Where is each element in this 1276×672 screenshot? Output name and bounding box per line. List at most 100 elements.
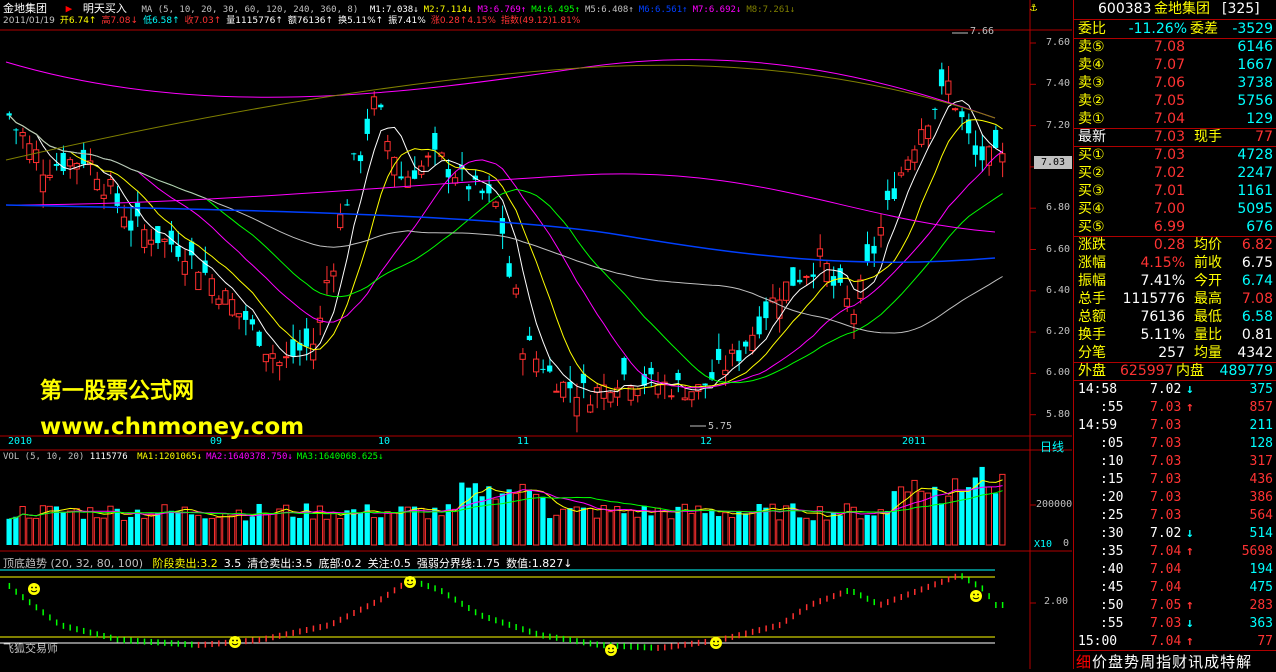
- tick-row[interactable]: :10 7.03 317: [1074, 453, 1276, 471]
- candle-body: [918, 129, 925, 145]
- volume-bar: [688, 512, 695, 546]
- bottom-tab[interactable]: 价: [1092, 653, 1107, 671]
- date-label: 10: [378, 436, 391, 447]
- bottom-tab[interactable]: 势: [1124, 653, 1139, 671]
- tick-row[interactable]: :40 7.04 194: [1074, 561, 1276, 579]
- candle-body: [857, 279, 864, 299]
- tick-row[interactable]: :45 7.04 475: [1074, 579, 1276, 597]
- candle-body: [398, 176, 404, 179]
- tick-row[interactable]: :15 7.03 436: [1074, 471, 1276, 489]
- stat-label: 量比: [1194, 327, 1222, 343]
- candle-body: [742, 341, 749, 347]
- tick-row[interactable]: :50 7.05 ↑ 283: [1074, 597, 1276, 615]
- inner-value: 489779: [1219, 363, 1273, 379]
- ratio-value: -11.26%: [1128, 21, 1187, 37]
- bid-volume: 5095: [1237, 201, 1273, 217]
- candle-body: [871, 245, 877, 254]
- volume-bar: [66, 510, 74, 546]
- bottom-tab[interactable]: 财: [1172, 653, 1187, 671]
- bid-volume: 2247: [1237, 165, 1273, 181]
- volume-bar: [938, 503, 945, 545]
- face-icon: [411, 579, 413, 582]
- stat-value: 5.11%: [1140, 327, 1185, 343]
- tick-time: :50: [1100, 598, 1124, 613]
- bottom-tab[interactable]: 解: [1236, 653, 1251, 671]
- bottom-tab[interactable]: 讯: [1188, 653, 1203, 671]
- bottom-tab[interactable]: 细: [1076, 653, 1091, 671]
- volume-bar: [924, 492, 932, 546]
- stat-label: 振幅: [1078, 273, 1106, 289]
- stat-row: 分笔 257 均量 4342: [1074, 344, 1276, 362]
- tick-row[interactable]: :25 7.03 564: [1074, 507, 1276, 525]
- ohlc-value: 收7.03: [184, 16, 214, 26]
- bottom-tab[interactable]: 指: [1156, 653, 1171, 671]
- volume-bar: [763, 507, 769, 545]
- candle-body: [783, 281, 790, 301]
- anchor-icon[interactable]: ⚓: [1030, 0, 1037, 14]
- candle-body: [155, 226, 161, 244]
- volume-bar: [134, 509, 141, 545]
- tick-row[interactable]: 14:58 7.02 ↓ 375: [1074, 381, 1276, 399]
- tick-row[interactable]: 14:59 7.03 211: [1074, 417, 1276, 435]
- date-label: 11: [517, 436, 530, 447]
- volume-bar: [803, 517, 810, 546]
- trend-arrow-icon: ↓: [1186, 526, 1194, 541]
- stat-value: 7.41%: [1140, 273, 1185, 289]
- tick-row[interactable]: 15:00 7.04 ↑ 77: [1074, 633, 1276, 651]
- current-price-tag: 7.03: [1034, 156, 1072, 169]
- candle-body: [269, 353, 276, 359]
- bottom-tab[interactable]: 特: [1220, 653, 1235, 671]
- chart-area[interactable]: 金地集团 ▶ 明天买入 MA (5, 10, 20, 30, 60, 120, …: [0, 0, 1072, 669]
- candle-body: [560, 381, 567, 398]
- diff-value: -3529: [1232, 21, 1273, 37]
- price-tick-label: 6.40: [1046, 284, 1071, 296]
- bid-price: 7.03: [1153, 147, 1185, 163]
- stat-label: 总额: [1078, 309, 1106, 325]
- candle-body: [837, 268, 843, 283]
- candle-body: [161, 238, 168, 242]
- volume-bar: [810, 520, 816, 545]
- tick-row[interactable]: :30 7.02 ↓ 514: [1074, 525, 1276, 543]
- volume-bar: [161, 504, 168, 546]
- tick-row[interactable]: :55 7.03 ↓ 363: [1074, 615, 1276, 633]
- last-price-row: 最新 7.03 现手 77: [1074, 128, 1276, 146]
- volume-bar: [722, 512, 729, 546]
- bid-label: 买③: [1078, 183, 1105, 199]
- tick-row[interactable]: :35 7.04 ↑ 5698: [1074, 543, 1276, 561]
- tick-row[interactable]: :55 7.03 ↑ 857: [1074, 399, 1276, 417]
- stat-label: 总手: [1078, 291, 1106, 307]
- volume-bar: [147, 514, 155, 546]
- volume-bar: [742, 513, 749, 545]
- bottom-tab[interactable]: 周: [1140, 653, 1155, 671]
- candle-body: [303, 328, 310, 347]
- stat-label: 最低: [1194, 309, 1222, 325]
- bottom-tab[interactable]: 盘: [1108, 653, 1123, 671]
- trend-arrow-icon: ↓: [735, 5, 742, 15]
- candle-body: [823, 263, 830, 283]
- volume-bar: [80, 518, 87, 545]
- tick-row[interactable]: :20 7.03 386: [1074, 489, 1276, 507]
- candle-body: [370, 96, 378, 110]
- candle-body: [932, 108, 938, 110]
- volume-bar: [486, 486, 492, 545]
- candle-body: [688, 391, 695, 401]
- volume-bar: [897, 486, 905, 546]
- volume-bar: [607, 511, 614, 546]
- tick-row[interactable]: :05 7.03 128: [1074, 435, 1276, 453]
- indicator-title: 顶底趋势 (20, 32, 80, 100): [3, 557, 144, 570]
- volume-bar: [641, 505, 647, 545]
- candle-body: [648, 367, 654, 375]
- period-button[interactable]: 日线: [1040, 438, 1064, 455]
- trend-arrow-icon: ↑: [375, 16, 384, 26]
- volume-bar: [573, 506, 580, 546]
- volume-value: 1115776: [89, 452, 128, 462]
- stat-row: 振幅 7.41% 今开 6.74: [1074, 272, 1276, 290]
- tick-volume: 128: [1249, 436, 1273, 451]
- face-icon: [713, 640, 715, 643]
- volume-bar: [242, 520, 249, 545]
- volume-bar: [985, 486, 992, 546]
- candle-body: [945, 80, 952, 95]
- bottom-tab[interactable]: 成: [1204, 653, 1219, 671]
- ma60-line: [9, 115, 1003, 334]
- face-icon: [236, 639, 238, 642]
